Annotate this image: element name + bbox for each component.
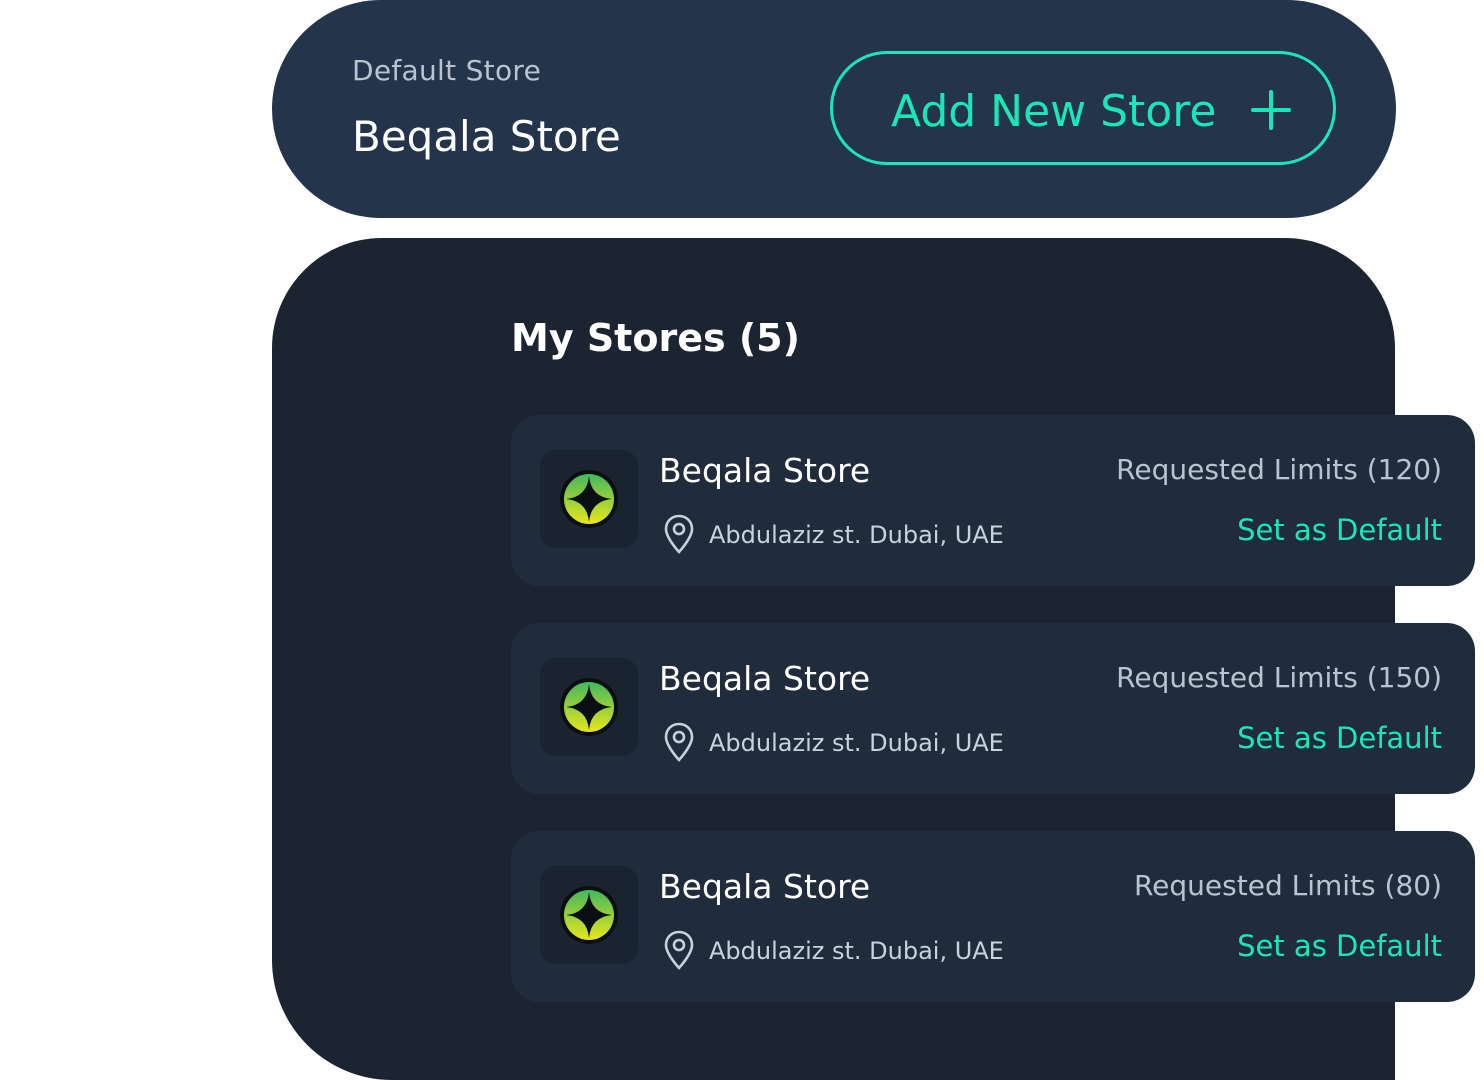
- store-card[interactable]: Beqala Store Abdulaziz st. Dubai, UAE Re…: [511, 623, 1475, 794]
- add-new-store-button[interactable]: Add New Store: [830, 51, 1336, 165]
- store-logo: [540, 450, 638, 548]
- store-address: Abdulaziz st. Dubai, UAE: [709, 729, 1004, 757]
- store-address: Abdulaziz st. Dubai, UAE: [709, 937, 1004, 965]
- default-store-label: Default Store: [352, 54, 542, 87]
- canvas: Default Store Beqala Store Add New Store…: [0, 0, 1484, 1080]
- requested-limits: Requested Limits (80): [1133, 869, 1442, 902]
- store-logo-icon: [560, 470, 618, 528]
- store-name: Beqala Store: [659, 659, 871, 698]
- store-address: Abdulaziz st. Dubai, UAE: [709, 521, 1004, 549]
- store-name: Beqala Store: [659, 451, 871, 490]
- store-logo-icon: [560, 678, 618, 736]
- store-logo: [540, 658, 638, 756]
- set-as-default-link[interactable]: Set as Default: [1237, 721, 1442, 755]
- store-logo-icon: [560, 886, 618, 944]
- default-store-header: Default Store Beqala Store Add New Store: [272, 0, 1396, 218]
- requested-limits: Requested Limits (120): [1116, 453, 1442, 486]
- set-as-default-link[interactable]: Set as Default: [1237, 929, 1442, 963]
- set-as-default-link[interactable]: Set as Default: [1237, 513, 1442, 547]
- default-store-name: Beqala Store: [352, 112, 621, 161]
- store-card[interactable]: Beqala Store Abdulaziz st. Dubai, UAE Re…: [511, 831, 1475, 1002]
- requested-limits: Requested Limits (150): [1116, 661, 1442, 694]
- plus-icon: [1251, 90, 1291, 130]
- store-logo: [540, 866, 638, 964]
- my-stores-title: My Stores (5): [511, 316, 800, 360]
- store-card[interactable]: Beqala Store Abdulaziz st. Dubai, UAE Re…: [511, 415, 1475, 586]
- store-name: Beqala Store: [659, 867, 871, 906]
- location-pin-icon: [664, 930, 694, 970]
- add-new-store-label: Add New Store: [891, 86, 1217, 137]
- location-pin-icon: [664, 514, 694, 554]
- location-pin-icon: [664, 722, 694, 762]
